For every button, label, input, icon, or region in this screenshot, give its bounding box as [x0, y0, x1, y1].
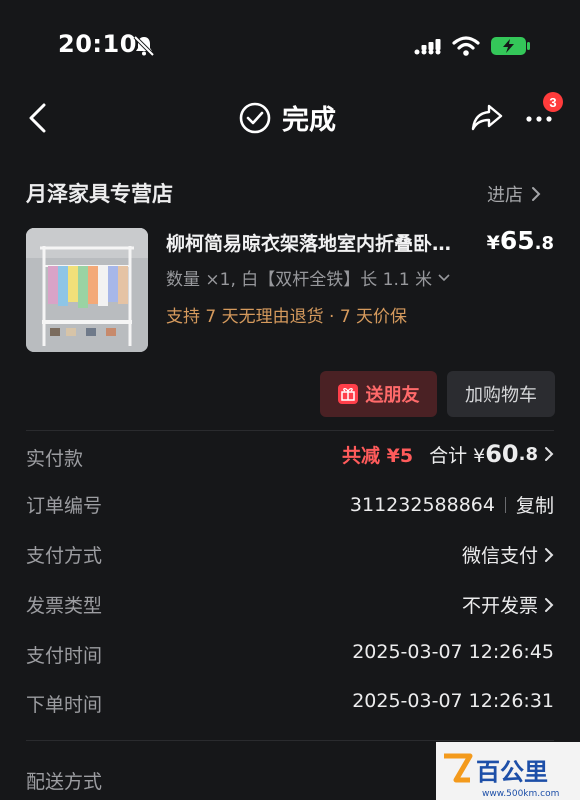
price-decimal: .8: [534, 233, 554, 254]
send-to-friend-button[interactable]: 送朋友: [320, 371, 437, 417]
gift-icon: [337, 384, 358, 404]
site-watermark-logo: 百公里 www.500km.com: [436, 742, 580, 800]
back-chevron-icon[interactable]: [26, 102, 50, 134]
product-price: ¥65.8: [487, 226, 554, 255]
status-bar: 20:10: [0, 0, 580, 90]
chevron-right-icon: [545, 547, 554, 562]
copy-button[interactable]: 复制: [516, 491, 554, 518]
status-time: 20:10: [58, 30, 137, 58]
service-guarantee: 支持 7 天无理由退货 · 7 天价保: [166, 307, 408, 327]
battery-charging-icon: [491, 37, 530, 55]
watermark-url: www.500km.com: [482, 789, 559, 799]
signal-icon: [414, 39, 441, 55]
pay-time-label: 支付时间: [26, 645, 103, 667]
chevron-right-icon: [545, 447, 554, 461]
payment-method-value: 微信支付: [461, 545, 538, 567]
add-to-cart-label: 加购物车: [465, 385, 537, 406]
divider: [26, 740, 554, 741]
check-circle-icon: [239, 102, 271, 133]
chevron-down-icon: [438, 273, 450, 281]
paid-amount-row[interactable]: 共减 ¥5 合计 ¥60.8: [342, 440, 554, 468]
order-number-label: 订单编号: [26, 495, 103, 517]
price-integer: 65: [499, 226, 535, 255]
invoice-type-value: 不开发票: [461, 595, 538, 617]
share-icon[interactable]: [470, 102, 504, 132]
order-number-row: 311232588864 复制: [350, 491, 554, 518]
notification-badge: 3: [543, 92, 563, 112]
separator: [504, 496, 506, 513]
product-spec-text: 数量 ×1, 白【双杆全铁】长 1.1 米: [166, 270, 433, 290]
invoice-type-row[interactable]: 不开发票: [462, 591, 554, 618]
delivery-method-label: 配送方式: [26, 771, 103, 793]
total-decimal: .8: [518, 443, 538, 465]
chevron-right-icon: [532, 187, 541, 201]
paid-amount-label: 实付款: [26, 448, 84, 470]
divider: [26, 430, 554, 431]
store-name[interactable]: 月泽家具专营店: [26, 178, 173, 208]
product-spec[interactable]: 数量 ×1, 白【双杆全铁】长 1.1 米: [166, 265, 450, 290]
order-time-label: 下单时间: [26, 694, 103, 716]
wifi-icon: [452, 36, 480, 56]
page-title: 完成: [282, 105, 336, 136]
order-number-value: 311232588864: [349, 493, 495, 516]
send-to-friend-label: 送朋友: [365, 385, 420, 406]
discount-amount: 共减 ¥5: [342, 444, 414, 467]
total-integer: 60: [485, 440, 519, 468]
invoice-type-label: 发票类型: [26, 595, 103, 617]
payment-method-label: 支付方式: [26, 545, 103, 567]
nav-bar: 完成: [0, 92, 580, 146]
chevron-right-icon: [545, 597, 554, 612]
order-time-value: 2025-03-07 12:26:31: [352, 690, 554, 712]
payment-method-row[interactable]: 微信支付: [462, 541, 554, 568]
enter-store-label: 进店: [487, 185, 523, 206]
bell-muted-icon: [133, 35, 155, 57]
add-to-cart-button[interactable]: 加购物车: [447, 371, 555, 417]
price-currency: ¥: [486, 232, 500, 254]
nav-title-group: 完成: [238, 98, 336, 137]
watermark-text: 百公里: [476, 758, 548, 786]
total-prefix: 合计 ¥: [429, 444, 486, 467]
clothes-rack-image: [26, 228, 148, 352]
product-image[interactable]: [26, 228, 148, 352]
product-title[interactable]: 柳柯简易晾衣架落地室内折叠卧室挂衣架: [166, 229, 456, 256]
pay-time-value: 2025-03-07 12:26:45: [352, 641, 554, 663]
enter-store-link[interactable]: 进店: [487, 181, 541, 207]
